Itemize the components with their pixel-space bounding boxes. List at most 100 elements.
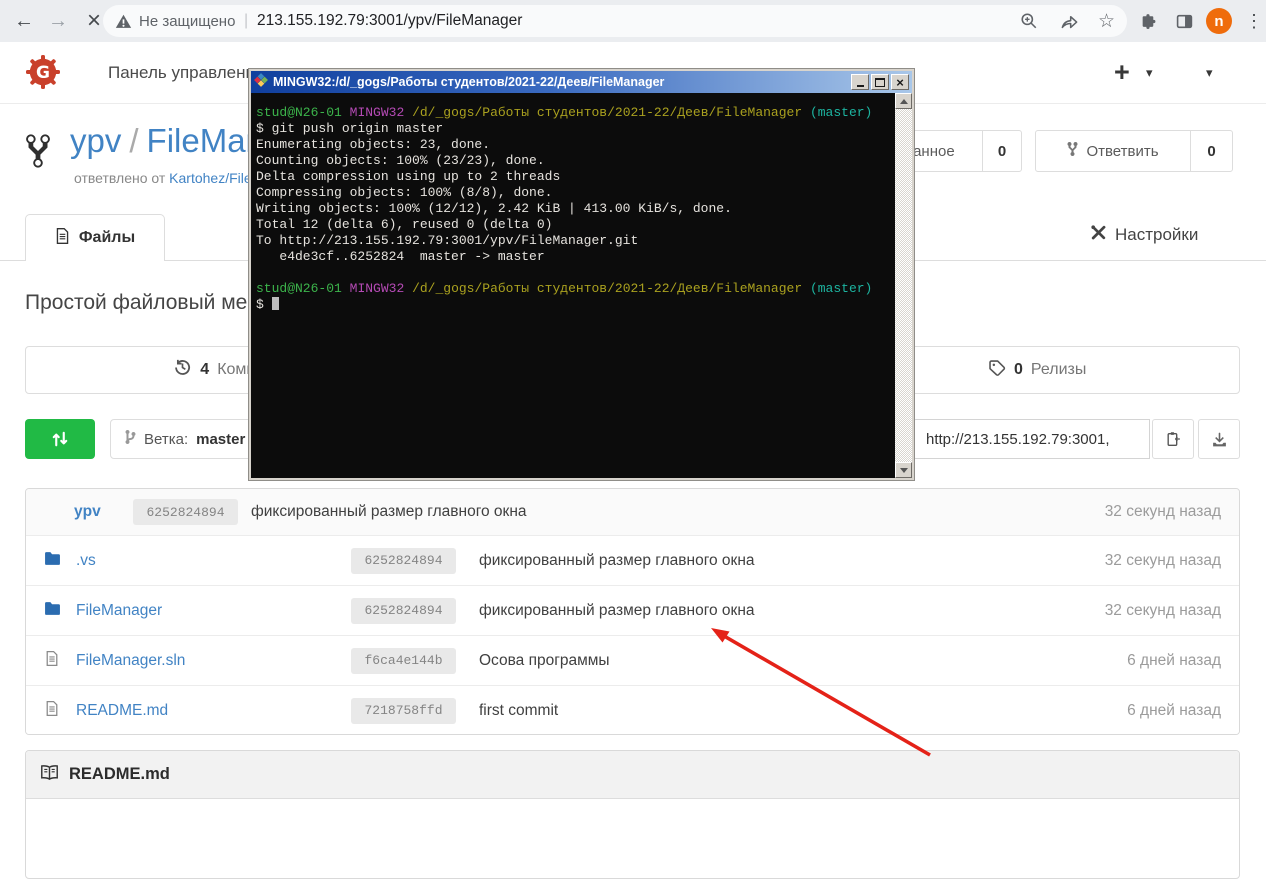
tab-settings[interactable]: Настройки <box>1090 224 1198 246</box>
folder-icon <box>44 601 61 621</box>
terminal-line: Total 12 (delta 6), reused 0 (delta 0) <box>256 217 895 233</box>
repo-owner-link[interactable]: ypv <box>70 122 121 159</box>
terminal-titlebar[interactable]: MINGW32:/d/_gogs/Работы студентов/2021-2… <box>251 71 912 93</box>
table-row: README.md 7218758ffd first commit 6 дней… <box>26 685 1239 735</box>
latest-commit-row: ypv 6252824894 фиксированный размер глав… <box>26 489 1239 535</box>
security-warning-icon <box>115 5 132 37</box>
commit-sha-badge[interactable]: 7218758ffd <box>351 698 456 724</box>
commit-time: 32 секунд назад <box>1105 602 1221 620</box>
terminal-title: MINGW32:/d/_gogs/Работы студентов/2021-2… <box>273 75 849 89</box>
browser-forward-button[interactable]: → <box>42 0 74 42</box>
bookmark-star-icon[interactable]: ☆ <box>1098 5 1115 37</box>
file-tab-icon <box>55 227 70 250</box>
mingw-terminal-window: MINGW32:/d/_gogs/Работы студентов/2021-2… <box>248 68 915 481</box>
extensions-puzzle-icon[interactable] <box>1132 0 1164 42</box>
commit-sha-badge[interactable]: f6ca4e144b <box>351 648 456 674</box>
tools-icon <box>1090 224 1107 246</box>
svg-text:G: G <box>36 63 50 83</box>
terminal-line: $ git push origin master <box>256 121 895 137</box>
history-icon <box>173 358 192 382</box>
close-button[interactable]: × <box>891 74 909 90</box>
folder-icon <box>44 551 61 571</box>
commit-sha-badge[interactable]: 6252824894 <box>133 499 238 525</box>
commit-message[interactable]: фиксированный размер главного окна <box>251 503 527 521</box>
clone-url-input[interactable] <box>913 419 1150 459</box>
terminal-input-line: $ <box>256 297 895 313</box>
commit-time: 32 секунд назад <box>1105 552 1221 570</box>
zoom-page-icon[interactable] <box>1020 5 1038 37</box>
browser-toolbar: ← → × Не защищено | 213.155.192.79:3001/… <box>0 0 1266 43</box>
download-archive-button[interactable] <box>1198 419 1240 459</box>
security-label: Не защищено <box>139 5 235 37</box>
terminal-blank-line <box>256 265 895 281</box>
maximize-button[interactable] <box>871 74 889 90</box>
address-divider: | <box>244 5 248 37</box>
commit-sha-badge[interactable]: 6252824894 <box>351 598 456 624</box>
commit-time: 6 дней назад <box>1127 652 1221 670</box>
commit-sha-badge[interactable]: 6252824894 <box>351 548 456 574</box>
current-branch-name: master <box>196 431 245 448</box>
address-url: 213.155.192.79:3001/ypv/FileManager <box>257 5 522 37</box>
branch-icon <box>125 429 136 449</box>
tag-icon <box>988 359 1006 382</box>
commit-time: 6 дней назад <box>1127 702 1221 720</box>
table-row: FileManager.sln f6ca4e144b Осова програм… <box>26 635 1239 685</box>
terminal-line: Writing objects: 100% (12/12), 2.42 KiB … <box>256 201 895 217</box>
terminal-line: e4de3cf..6252824 master -> master <box>256 249 895 265</box>
book-icon <box>40 764 59 786</box>
gogs-logo[interactable]: G <box>26 55 60 94</box>
address-bar[interactable]: Не защищено | 213.155.192.79:3001/ypv/Fi… <box>103 5 1127 37</box>
browser-profile-avatar[interactable]: n <box>1206 8 1232 34</box>
readme-panel: README.md <box>25 750 1240 879</box>
file-icon <box>45 650 59 672</box>
star-count-badge[interactable]: 0 <box>982 131 1021 171</box>
terminal-line: Delta compression using up to 2 threads <box>256 169 895 185</box>
repo-title-separator: / <box>121 122 146 159</box>
scroll-up-button[interactable] <box>895 93 912 109</box>
terminal-line: Counting objects: 100% (23/23), done. <box>256 153 895 169</box>
share-icon[interactable] <box>1060 5 1079 37</box>
terminal-line: Compressing objects: 100% (8/8), done. <box>256 185 895 201</box>
nav-dashboard-link[interactable]: Панель управления <box>108 42 264 103</box>
nav-create-new-button[interactable]: + <box>1114 42 1130 103</box>
page: ← → × Не защищено | 213.155.192.79:3001/… <box>0 0 1266 894</box>
terminal-screen[interactable]: stud@N26-01 MINGW32 /d/_gogs/Работы студ… <box>251 93 895 478</box>
tab-files[interactable]: Файлы <box>25 214 165 261</box>
file-link[interactable]: README.md <box>76 702 168 720</box>
nav-user-menu-caret-icon[interactable]: ▾ <box>1206 42 1213 103</box>
browser-menu-icon[interactable]: ⋮ <box>1238 0 1266 42</box>
commit-time: 32 секунд назад <box>1105 503 1221 521</box>
fork-button[interactable]: Ответвить 0 <box>1035 130 1233 172</box>
side-panel-icon[interactable] <box>1168 0 1200 42</box>
scroll-down-button[interactable] <box>895 462 912 478</box>
terminal-prompt-line: stud@N26-01 MINGW32 /d/_gogs/Работы студ… <box>256 281 895 297</box>
table-row: FileManager 6252824894 фиксированный раз… <box>26 585 1239 635</box>
fork-icon <box>1067 141 1078 161</box>
commit-message[interactable]: фиксированный размер главного окна <box>479 552 755 570</box>
msys-app-icon <box>254 73 268 92</box>
commit-message[interactable]: фиксированный размер главного окна <box>479 602 755 620</box>
terminal-prompt-line: stud@N26-01 MINGW32 /d/_gogs/Работы студ… <box>256 105 895 121</box>
commit-message[interactable]: Осова программы <box>479 652 610 670</box>
table-row: .vs 6252824894 фиксированный размер глав… <box>26 535 1239 585</box>
readme-title: README.md <box>69 765 170 784</box>
copy-clone-url-button[interactable] <box>1152 419 1194 459</box>
terminal-cursor <box>272 297 279 310</box>
file-icon <box>45 700 59 722</box>
readme-header: README.md <box>26 751 1239 799</box>
file-link[interactable]: FileManager <box>76 602 162 620</box>
terminal-line: To http://213.155.192.79:3001/ypv/FileMa… <box>256 233 895 249</box>
terminal-line: Enumerating objects: 23, done. <box>256 137 895 153</box>
terminal-scrollbar[interactable] <box>895 93 912 478</box>
file-table: ypv 6252824894 фиксированный размер глав… <box>25 488 1240 735</box>
nav-create-caret-icon[interactable]: ▾ <box>1146 42 1153 103</box>
repo-forked-icon <box>26 132 50 175</box>
browser-back-button[interactable]: ← <box>8 0 40 42</box>
file-link[interactable]: .vs <box>76 552 96 570</box>
commit-message[interactable]: first commit <box>479 702 558 720</box>
compare-button[interactable] <box>25 419 95 459</box>
file-link[interactable]: FileManager.sln <box>76 652 185 670</box>
commit-author-link[interactable]: ypv <box>74 503 101 521</box>
minimize-button[interactable] <box>851 74 869 90</box>
fork-count-badge[interactable]: 0 <box>1190 131 1232 171</box>
